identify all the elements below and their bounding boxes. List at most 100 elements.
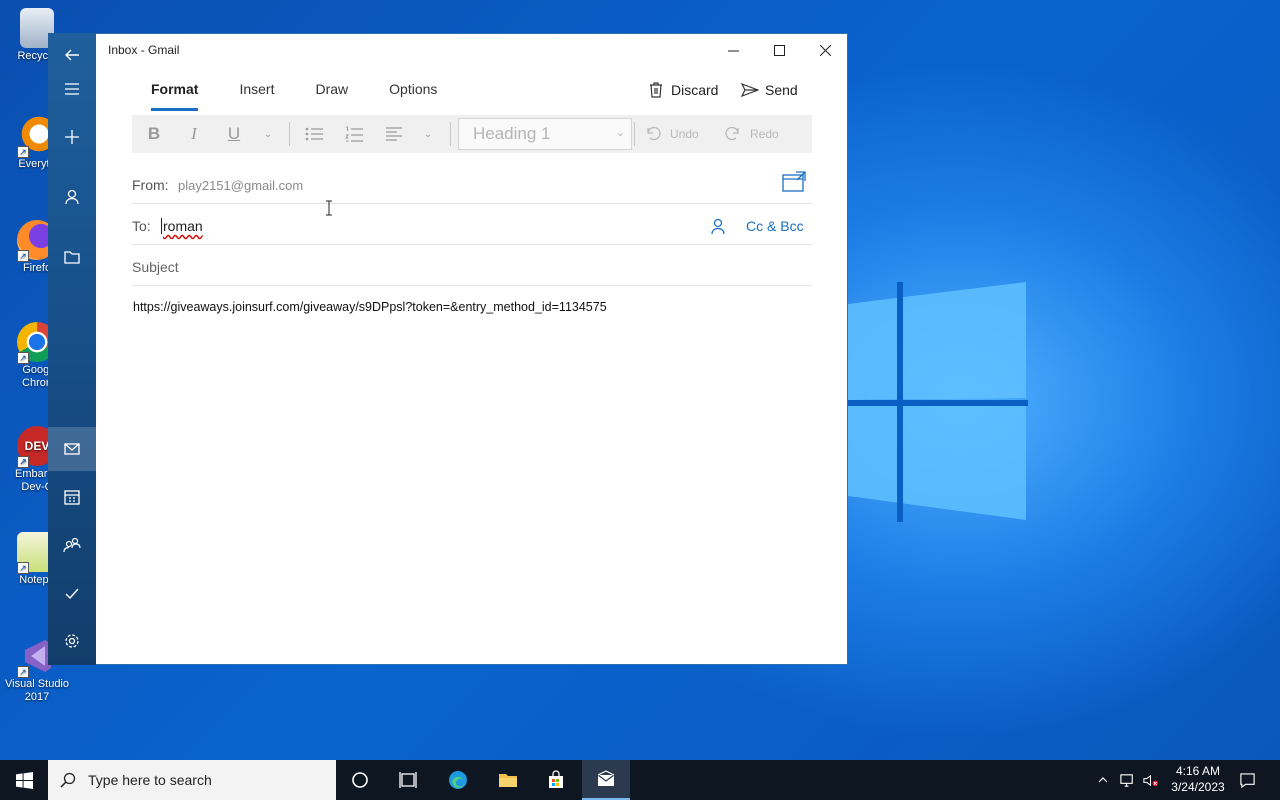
undo-button[interactable]: Undo (644, 115, 699, 153)
chevron-up-icon (1098, 777, 1108, 783)
desktop-icon-label: Visual Studio 2017 (4, 678, 69, 703)
network-tray-button[interactable] (1117, 760, 1137, 800)
app-navigation-rail (48, 33, 96, 665)
popout-window-icon[interactable] (782, 171, 806, 193)
subject-input[interactable]: Subject (132, 259, 179, 275)
subject-row[interactable]: Subject (132, 246, 812, 286)
show-hidden-icons-button[interactable] (1094, 760, 1112, 800)
gear-icon (65, 634, 79, 648)
from-label: From: (132, 177, 169, 193)
edge-taskbar-button[interactable] (434, 760, 482, 800)
numbered-list-button[interactable] (338, 115, 370, 153)
windows-start-icon (15, 771, 33, 789)
file-explorer-taskbar-button[interactable] (484, 760, 532, 800)
redo-button[interactable]: Redo (724, 115, 779, 153)
store-bag-icon (549, 770, 563, 788)
chevron-down-icon: ⌄ (615, 127, 625, 139)
chevron-down-icon: ⌄ (263, 128, 273, 140)
folder-icon (64, 251, 80, 264)
send-button[interactable]: Send (741, 81, 798, 99)
align-button[interactable] (378, 115, 410, 153)
network-icon (1119, 773, 1133, 787)
to-row[interactable]: To: roman Cc & Bcc (132, 205, 812, 245)
minimize-icon (727, 50, 739, 51)
calendar-icon (64, 490, 80, 505)
notification-icon (1239, 772, 1255, 788)
taskbar-clock[interactable]: 4:16 AM 3/24/2023 (1163, 763, 1233, 795)
send-label: Send (765, 82, 798, 98)
send-icon (741, 82, 759, 98)
clock-time: 4:16 AM (1175, 764, 1221, 778)
tab-options[interactable]: Options (389, 81, 437, 111)
underline-button[interactable]: U (218, 115, 250, 153)
message-body[interactable]: https://giveaways.joinsurf.com/giveaway/… (133, 300, 607, 314)
tab-format[interactable]: Format (151, 81, 199, 111)
windows-logo-wallpaper (848, 282, 1028, 522)
back-arrow-icon (65, 49, 79, 61)
to-input[interactable]: roman (161, 218, 203, 234)
from-account[interactable]: play2151@gmail.com (178, 178, 303, 193)
mail-icon (64, 443, 80, 455)
start-button[interactable] (0, 760, 48, 800)
people-icon (63, 537, 81, 553)
hamburger-icon (65, 83, 79, 95)
italic-button[interactable]: I (178, 115, 210, 153)
window-title: Inbox - Gmail (108, 43, 180, 57)
bullet-list-icon (305, 127, 323, 141)
accounts-button[interactable] (48, 175, 96, 219)
paragraph-style-value: Heading 1 (473, 124, 551, 143)
todo-switch-button[interactable] (48, 571, 96, 615)
align-dropdown[interactable]: ⌄ (418, 115, 438, 153)
title-bar[interactable]: Inbox - Gmail (96, 34, 848, 66)
person-icon (65, 189, 79, 205)
new-mail-button[interactable] (48, 115, 96, 159)
maximize-button[interactable] (756, 34, 802, 66)
folders-button[interactable] (48, 235, 96, 279)
tab-insert[interactable]: Insert (239, 81, 274, 111)
mail-taskbar-button[interactable] (582, 760, 630, 800)
mail-switch-button[interactable] (48, 427, 96, 471)
numbered-list-icon (345, 126, 363, 142)
close-button[interactable] (802, 34, 848, 66)
calendar-switch-button[interactable] (48, 475, 96, 519)
volume-muted-icon (1142, 774, 1158, 786)
toolbar-divider (634, 122, 635, 146)
taskbar: Type here to search 4:16 AM 3/24/2023 (0, 760, 1280, 800)
mail-compose-window: Inbox - Gmail Format Insert Draw Options… (96, 33, 848, 665)
action-center-button[interactable] (1234, 760, 1260, 800)
toolbar-divider (289, 122, 290, 146)
folder-icon (499, 774, 517, 787)
paragraph-style-select[interactable]: Heading 1 ⌄ (458, 118, 632, 150)
cortana-button[interactable] (336, 760, 384, 800)
discard-label: Discard (671, 82, 719, 98)
minimize-button[interactable] (710, 34, 756, 66)
discard-button[interactable]: Discard (647, 81, 718, 99)
redo-icon (725, 126, 739, 141)
bold-button[interactable]: B (138, 115, 170, 153)
cc-bcc-button[interactable]: Cc & Bcc (746, 218, 804, 234)
tab-draw[interactable]: Draw (315, 81, 348, 111)
hamburger-menu-button[interactable] (48, 67, 96, 111)
text-cursor-icon (326, 200, 332, 216)
task-view-icon (399, 772, 417, 788)
trash-icon (650, 82, 662, 98)
checkmark-icon (65, 588, 79, 600)
ribbon-tabs: Format Insert Draw Options (151, 81, 478, 111)
settings-button[interactable] (48, 619, 96, 663)
taskbar-search-box[interactable]: Type here to search (48, 760, 336, 800)
people-switch-button[interactable] (48, 523, 96, 567)
redo-label: Redo (750, 127, 779, 141)
underline-dropdown[interactable]: ⌄ (258, 115, 278, 153)
search-icon (60, 772, 76, 788)
to-label: To: (132, 218, 151, 234)
from-row[interactable]: From: play2151@gmail.com (132, 164, 812, 204)
toolbar-divider (450, 122, 451, 146)
bullet-list-button[interactable] (298, 115, 330, 153)
store-taskbar-button[interactable] (532, 760, 580, 800)
search-placeholder: Type here to search (88, 772, 212, 788)
volume-tray-button[interactable] (1140, 760, 1160, 800)
contact-picker-icon[interactable] (709, 217, 727, 235)
task-view-button[interactable] (384, 760, 432, 800)
plus-icon (65, 130, 79, 144)
mail-icon (597, 770, 615, 786)
